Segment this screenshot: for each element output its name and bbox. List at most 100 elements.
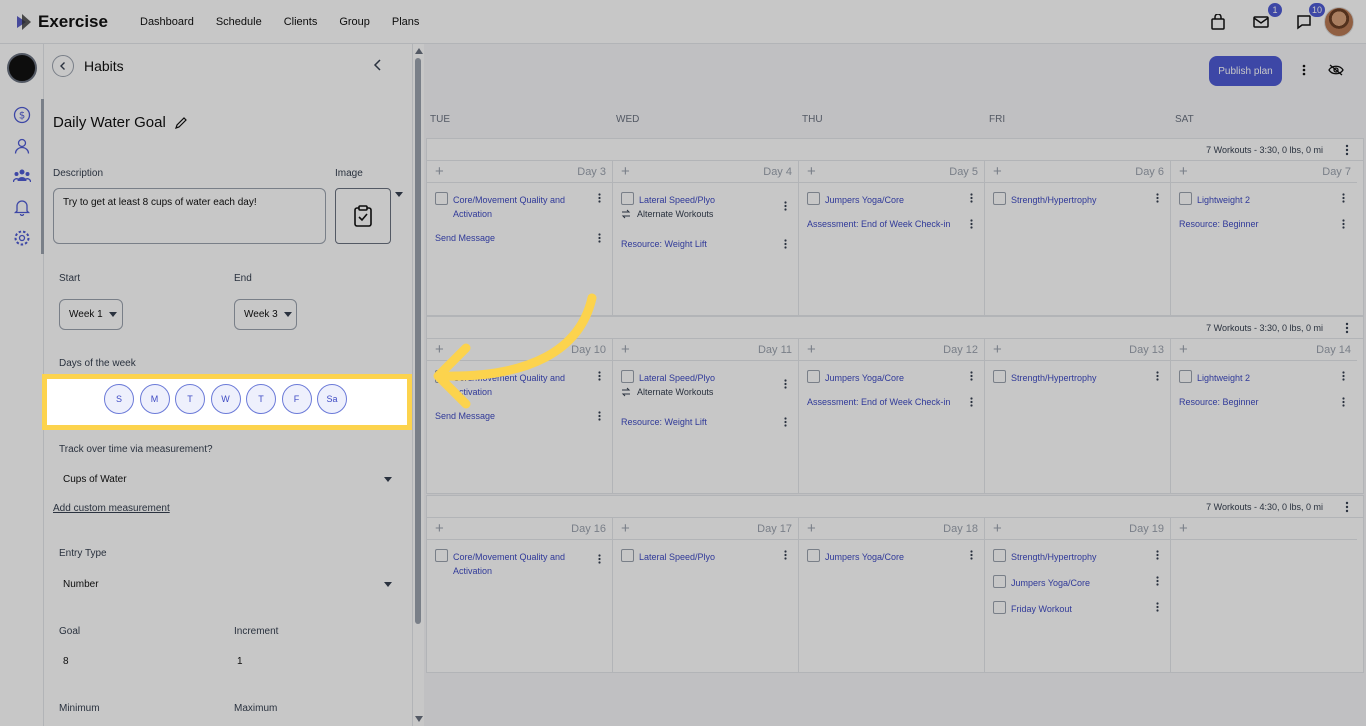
nav-group[interactable]: Group	[339, 16, 370, 28]
workout-checkbox[interactable]	[993, 601, 1006, 614]
message-item[interactable]: Send Message	[435, 231, 611, 245]
workout-title[interactable]: Friday Workout	[1011, 602, 1141, 616]
workout-title[interactable]: Jumpers Yoga/Core	[1011, 576, 1141, 590]
alternate-workouts[interactable]: Alternate Workouts	[621, 387, 713, 397]
kebab-icon[interactable]	[970, 550, 973, 560]
kebab-icon[interactable]	[784, 239, 787, 249]
kebab-icon[interactable]	[1342, 397, 1345, 407]
more-options-icon[interactable]	[1302, 64, 1306, 76]
shop-icon[interactable]	[1208, 12, 1228, 32]
resource-title[interactable]: Resource: Weight Lift	[621, 417, 707, 427]
workout-item[interactable]: Friday Workout	[993, 600, 1169, 616]
end-week-select[interactable]: Week 3	[234, 299, 297, 330]
workspace-logo[interactable]	[7, 53, 37, 83]
day-toggle-monday[interactable]: M	[139, 384, 170, 414]
add-workout-icon[interactable]: +	[807, 163, 816, 180]
nav-clients[interactable]: Clients	[284, 16, 318, 28]
kebab-icon[interactable]	[970, 371, 973, 381]
add-workout-icon[interactable]: +	[1179, 520, 1188, 537]
add-workout-icon[interactable]: +	[993, 163, 1002, 180]
workout-checkbox[interactable]	[621, 192, 634, 205]
day-toggle-friday[interactable]: F	[281, 384, 312, 414]
add-workout-icon[interactable]: +	[435, 520, 444, 537]
assessment-title[interactable]: Assessment: End of Week Check-in	[807, 219, 950, 229]
workout-title[interactable]: Jumpers Yoga/Core	[825, 193, 955, 207]
add-workout-icon[interactable]: +	[807, 520, 816, 537]
add-custom-measurement-link[interactable]: Add custom measurement	[53, 503, 170, 514]
workout-item[interactable]: Core/Movement Quality and Activation	[435, 191, 611, 221]
bell-icon[interactable]	[13, 198, 31, 216]
workout-item[interactable]: Lateral Speed/Plyo	[621, 369, 797, 389]
workout-title[interactable]: Lightweight 2	[1197, 371, 1327, 385]
kebab-icon[interactable]	[1156, 576, 1159, 586]
workout-item[interactable]: Strength/Hypertrophy	[993, 369, 1169, 385]
publish-plan-button[interactable]: Publish plan	[1209, 56, 1282, 86]
workout-title[interactable]: Lateral Speed/Plyo	[639, 371, 769, 385]
mail-icon[interactable]: 1	[1251, 2, 1283, 32]
resource-title[interactable]: Resource: Beginner	[1179, 397, 1259, 407]
week-more-icon[interactable]	[1345, 322, 1349, 334]
workout-title[interactable]: Strength/Hypertrophy	[1011, 193, 1141, 207]
increment-input[interactable]: 1	[237, 656, 243, 667]
workout-item[interactable]: Jumpers Yoga/Core	[807, 548, 983, 564]
workout-checkbox[interactable]	[621, 549, 634, 562]
workout-checkbox[interactable]	[1179, 192, 1192, 205]
workout-checkbox[interactable]	[807, 192, 820, 205]
scroll-down-icon[interactable]	[415, 716, 423, 722]
workout-item[interactable]: Strength/Hypertrophy	[993, 548, 1169, 564]
goal-input[interactable]: 8	[63, 656, 69, 667]
image-picker[interactable]	[335, 188, 391, 244]
entry-type-select[interactable]: Number	[53, 573, 398, 595]
kebab-icon[interactable]	[1156, 602, 1159, 612]
workout-checkbox[interactable]	[621, 370, 634, 383]
eye-off-icon[interactable]	[1328, 64, 1344, 76]
user-icon[interactable]	[13, 137, 31, 155]
resource-title[interactable]: Resource: Weight Lift	[621, 239, 707, 249]
kebab-icon[interactable]	[784, 379, 787, 389]
workout-item[interactable]: Lightweight 2	[1179, 191, 1355, 207]
kebab-icon[interactable]	[970, 219, 973, 229]
workout-title[interactable]: Lateral Speed/Plyo	[639, 193, 769, 207]
kebab-icon[interactable]	[598, 233, 601, 243]
workout-title[interactable]: Strength/Hypertrophy	[1011, 550, 1141, 564]
day-toggle-thursday[interactable]: T	[246, 384, 276, 414]
back-button[interactable]	[52, 55, 74, 77]
resource-item[interactable]: Resource: Beginner	[1179, 217, 1355, 231]
add-workout-icon[interactable]: +	[807, 341, 816, 358]
kebab-icon[interactable]	[1342, 193, 1345, 203]
day-toggle-tuesday[interactable]: T	[175, 384, 205, 414]
scroll-up-icon[interactable]	[415, 48, 423, 54]
image-dropdown-caret-icon[interactable]	[395, 192, 403, 198]
description-textarea[interactable]: Try to get at least 8 cups of water each…	[53, 188, 326, 244]
workout-checkbox[interactable]	[435, 192, 448, 205]
workout-title[interactable]: Lightweight 2	[1197, 193, 1327, 207]
alternate-workouts[interactable]: Alternate Workouts	[621, 209, 713, 219]
workout-checkbox[interactable]	[993, 549, 1006, 562]
workout-item[interactable]: Jumpers Yoga/Core	[993, 574, 1169, 590]
workout-checkbox[interactable]	[807, 549, 820, 562]
workout-checkbox[interactable]	[807, 370, 820, 383]
workout-item[interactable]: Lateral Speed/Plyo	[621, 191, 797, 211]
workout-item[interactable]: Jumpers Yoga/Core	[807, 369, 983, 385]
kebab-icon[interactable]	[1156, 193, 1159, 203]
add-workout-icon[interactable]: +	[621, 163, 630, 180]
gear-icon[interactable]	[13, 229, 31, 247]
resource-item[interactable]: Resource: Beginner	[1179, 395, 1355, 409]
add-workout-icon[interactable]: +	[1179, 163, 1188, 180]
resource-title[interactable]: Resource: Beginner	[1179, 219, 1259, 229]
workout-item[interactable]: Strength/Hypertrophy	[993, 191, 1169, 207]
resource-item[interactable]: Resource: Weight Lift	[621, 415, 797, 429]
kebab-icon[interactable]	[598, 554, 601, 564]
workout-item[interactable]: Lightweight 2	[1179, 369, 1355, 385]
add-workout-icon[interactable]: +	[993, 520, 1002, 537]
workout-title[interactable]: Jumpers Yoga/Core	[825, 371, 955, 385]
add-workout-icon[interactable]: +	[993, 341, 1002, 358]
add-workout-icon[interactable]: +	[435, 163, 444, 180]
kebab-icon[interactable]	[970, 193, 973, 203]
chat-icon[interactable]: 10	[1294, 2, 1326, 32]
assessment-title[interactable]: Assessment: End of Week Check-in	[807, 397, 950, 407]
add-workout-icon[interactable]: +	[621, 341, 630, 358]
nav-schedule[interactable]: Schedule	[216, 16, 262, 28]
avatar[interactable]	[1324, 7, 1354, 37]
start-week-select[interactable]: Week 1	[59, 299, 123, 330]
